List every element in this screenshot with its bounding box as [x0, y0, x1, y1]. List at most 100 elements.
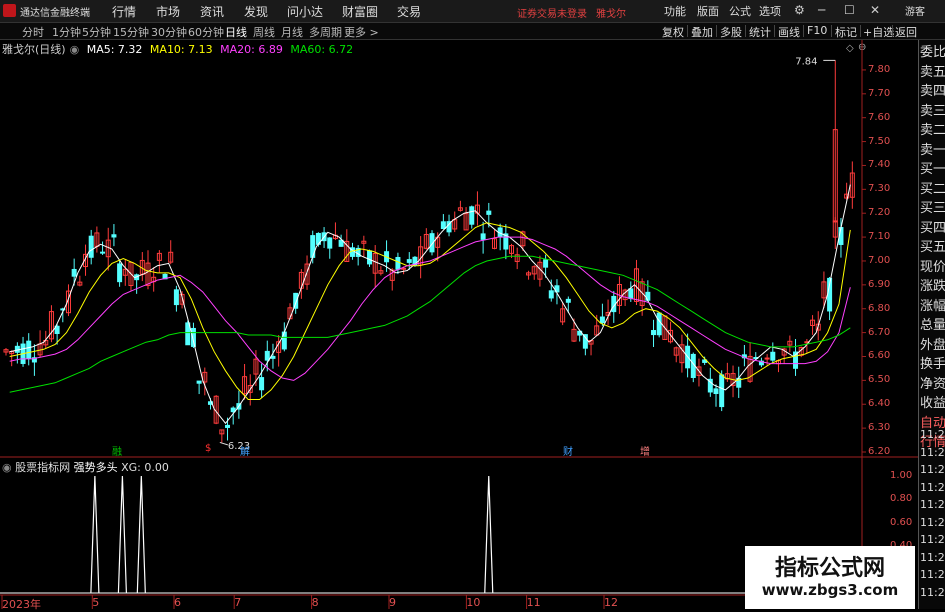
event-marker[interactable]: 财 — [563, 443, 573, 458]
price-tick-label: 6.20 — [868, 446, 891, 457]
event-marker[interactable]: 增 — [640, 443, 650, 458]
candle-body — [71, 268, 77, 277]
signal-spike — [136, 475, 146, 594]
minimize-button[interactable]: ─ — [818, 3, 825, 17]
adjust-button[interactable]: 复权 — [662, 24, 684, 40]
login-notice[interactable]: 证券交易未登录 — [517, 5, 587, 20]
sidebar-item[interactable]: 卖五 — [920, 62, 945, 83]
sidebar-item[interactable]: 卖二 — [920, 120, 945, 141]
app-logo-icon — [3, 4, 16, 17]
menu-ask[interactable]: 问小达 — [287, 3, 323, 20]
candle-body — [264, 350, 270, 361]
ma-line-ma5 — [9, 184, 851, 425]
menu-trade[interactable]: 交易 — [397, 3, 421, 20]
period-weekly[interactable]: 周线 — [253, 24, 275, 40]
sidebar-item[interactable]: 委比 — [920, 42, 945, 63]
period-30min[interactable]: 30分钟 — [151, 24, 187, 40]
separator — [892, 25, 893, 37]
date-tick-label: 9 — [389, 596, 396, 609]
period-60min[interactable]: 60分钟 — [188, 24, 224, 40]
price-tick-label: 7.70 — [868, 87, 891, 99]
candle-body — [111, 234, 117, 238]
period-toolbar: 分时 1分钟 5分钟 15分钟 30分钟 60分钟 日线 周线 月线 多周期 更… — [0, 23, 945, 40]
menu-wealth[interactable]: 财富圈 — [342, 3, 378, 20]
watermark: 指标公式网 www.zbgs3.com — [745, 546, 915, 609]
period-5min[interactable]: 5分钟 — [82, 24, 111, 40]
separator — [803, 25, 804, 37]
price-tick-label: 6.80 — [868, 302, 891, 314]
sidebar-item[interactable]: 卖三 — [920, 101, 945, 122]
date-tick-label: 5 — [92, 596, 100, 609]
options-button[interactable]: 选项 — [759, 3, 781, 19]
candle-body — [401, 267, 407, 270]
menu-discover[interactable]: 发现 — [244, 3, 268, 20]
price-tick-label: 7.00 — [868, 254, 891, 266]
event-marker[interactable]: 解 — [240, 443, 250, 458]
close-button[interactable]: ✕ — [870, 3, 880, 17]
kline-chart[interactable]: 7.846.23 — [0, 40, 918, 458]
period-15min[interactable]: 15分钟 — [113, 24, 149, 40]
separator — [774, 25, 775, 37]
date-tick-label: 6 — [174, 596, 181, 609]
candle-body — [651, 330, 657, 336]
sidebar-item[interactable]: 涨幅 — [920, 296, 945, 317]
event-marker[interactable]: 融 — [112, 443, 122, 458]
function-button[interactable]: 功能 — [664, 3, 686, 19]
price-tick-label: 7.60 — [868, 111, 891, 123]
sidebar-item[interactable]: 总量 — [920, 315, 945, 336]
period-1min[interactable]: 1分钟 — [52, 24, 81, 40]
overlay-button[interactable]: 叠加 — [691, 24, 713, 40]
mark-button[interactable]: 标记 — [835, 24, 857, 40]
trade-time: 11:29 — [920, 550, 945, 564]
sidebar-item[interactable]: 买二 — [920, 179, 945, 200]
candle-body — [196, 380, 202, 384]
price-tick-label: 6.50 — [868, 374, 891, 386]
date-tick-label: 11 — [526, 596, 541, 609]
price-tick-label: 6.90 — [868, 278, 891, 290]
period-monthly[interactable]: 月线 — [281, 24, 303, 40]
indicator-tick-label: 1.00 — [890, 470, 913, 481]
formula-button[interactable]: 公式 — [729, 3, 751, 19]
user-label[interactable]: 游客 — [905, 3, 925, 18]
period-more[interactable]: 更多 > — [344, 24, 379, 40]
signal-spike — [117, 475, 127, 594]
candle-body — [543, 259, 549, 268]
price-tick-label: 7.30 — [868, 183, 891, 195]
app-title: 通达信金融终端 — [20, 8, 90, 19]
sidebar-item[interactable]: 外盘 — [920, 335, 945, 356]
watermark-url: www.zbgs3.com — [761, 581, 899, 599]
maximize-button[interactable]: ☐ — [844, 3, 855, 17]
period-daily[interactable]: 日线 — [225, 24, 247, 40]
menu-market[interactable]: 市场 — [156, 3, 180, 20]
candle-body — [259, 377, 265, 391]
multi-stock-button[interactable]: 多股 — [720, 24, 742, 40]
sidebar-item[interactable]: 现价 — [920, 257, 945, 278]
sidebar-item[interactable]: 卖四 — [920, 81, 945, 102]
sidebar-item[interactable]: 买四 — [920, 218, 945, 239]
sidebar-item[interactable]: 买三 — [920, 198, 945, 219]
sidebar-item[interactable]: 卖一 — [920, 140, 945, 161]
event-marker[interactable]: $ — [205, 443, 211, 454]
candle-body — [270, 355, 276, 359]
sidebar-item[interactable]: 涨跌 — [920, 276, 945, 297]
skin-icon[interactable]: ⚙ — [794, 3, 805, 17]
sidebar-item[interactable]: 净资 — [920, 374, 945, 395]
sidebar-item[interactable]: 换手 — [920, 354, 945, 375]
stats-button[interactable]: 统计 — [749, 24, 771, 40]
menu-news[interactable]: 资讯 — [200, 3, 224, 20]
sidebar-item[interactable]: 买一 — [920, 159, 945, 180]
date-tick-label: 10 — [466, 596, 481, 609]
draw-button[interactable]: 画线 — [778, 24, 800, 40]
trade-time: 11:29 — [920, 533, 945, 546]
layout-button[interactable]: 版面 — [697, 3, 719, 19]
sidebar-item[interactable]: 收益 — [920, 393, 945, 414]
menu-market-quote[interactable]: 行情 — [112, 3, 136, 20]
add-watchlist-button[interactable]: +自选 — [863, 24, 894, 40]
f10-button[interactable]: F10 — [807, 24, 827, 37]
period-multi[interactable]: 多周期 — [309, 24, 342, 40]
period-minute-chart[interactable]: 分时 — [22, 24, 44, 40]
back-button[interactable]: 返回 — [895, 24, 917, 40]
price-tick-label: 7.50 — [868, 135, 891, 147]
price-tick-label: 7.10 — [868, 231, 891, 243]
sidebar-item[interactable]: 买五 — [920, 237, 945, 258]
